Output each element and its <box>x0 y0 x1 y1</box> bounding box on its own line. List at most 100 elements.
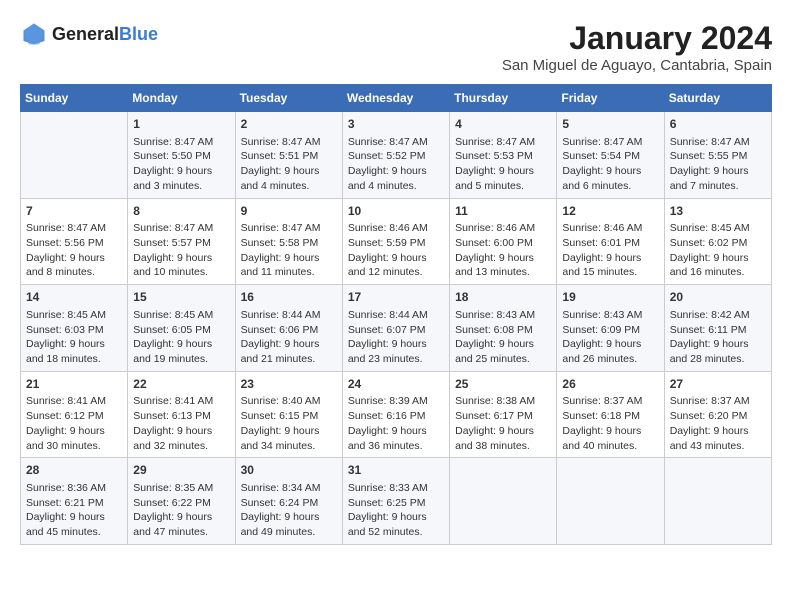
calendar-cell: 17Sunrise: 8:44 AMSunset: 6:07 PMDayligh… <box>342 285 449 372</box>
cell-content-line: and 52 minutes. <box>348 525 444 540</box>
calendar-cell: 1Sunrise: 8:47 AMSunset: 5:50 PMDaylight… <box>128 112 235 199</box>
day-number: 1 <box>133 116 229 133</box>
cell-content-line: Sunset: 6:20 PM <box>670 409 766 424</box>
calendar-cell: 10Sunrise: 8:46 AMSunset: 5:59 PMDayligh… <box>342 198 449 285</box>
cell-content-line: Sunset: 6:21 PM <box>26 496 122 511</box>
cell-content-line: Daylight: 9 hours <box>670 424 766 439</box>
cell-content-line: Sunrise: 8:44 AM <box>241 308 337 323</box>
cell-content-line: Daylight: 9 hours <box>348 251 444 266</box>
calendar-cell <box>450 458 557 545</box>
cell-content-line: Daylight: 9 hours <box>133 164 229 179</box>
cell-content-line: Sunset: 5:54 PM <box>562 149 658 164</box>
day-number: 11 <box>455 203 551 220</box>
day-number: 19 <box>562 289 658 306</box>
title-block: January 2024 San Miguel de Aguayo, Canta… <box>502 20 772 74</box>
day-number: 26 <box>562 376 658 393</box>
day-number: 5 <box>562 116 658 133</box>
cell-content-line: and 34 minutes. <box>241 439 337 454</box>
cell-content-line: and 7 minutes. <box>670 179 766 194</box>
calendar-week-5: 28Sunrise: 8:36 AMSunset: 6:21 PMDayligh… <box>21 458 772 545</box>
cell-content-line: and 16 minutes. <box>670 265 766 280</box>
calendar-cell: 21Sunrise: 8:41 AMSunset: 6:12 PMDayligh… <box>21 371 128 458</box>
calendar-cell: 20Sunrise: 8:42 AMSunset: 6:11 PMDayligh… <box>664 285 771 372</box>
cell-content-line: Sunset: 6:05 PM <box>133 323 229 338</box>
cell-content-line: Daylight: 9 hours <box>670 164 766 179</box>
day-number: 7 <box>26 203 122 220</box>
cell-content-line: Daylight: 9 hours <box>455 337 551 352</box>
page-header: GeneralBlue January 2024 San Miguel de A… <box>20 20 772 74</box>
day-number: 24 <box>348 376 444 393</box>
cell-content-line: and 49 minutes. <box>241 525 337 540</box>
cell-content-line: Daylight: 9 hours <box>670 337 766 352</box>
calendar-header-row: SundayMondayTuesdayWednesdayThursdayFrid… <box>21 85 772 112</box>
cell-content-line: and 18 minutes. <box>26 352 122 367</box>
day-number: 31 <box>348 462 444 479</box>
calendar-cell: 18Sunrise: 8:43 AMSunset: 6:08 PMDayligh… <box>450 285 557 372</box>
cell-content-line: Sunset: 6:15 PM <box>241 409 337 424</box>
cell-content-line: Daylight: 9 hours <box>26 337 122 352</box>
cell-content-line: Sunset: 6:09 PM <box>562 323 658 338</box>
cell-content-line: Daylight: 9 hours <box>348 424 444 439</box>
cell-content-line: Sunrise: 8:46 AM <box>562 221 658 236</box>
header-cell-sunday: Sunday <box>21 85 128 112</box>
cell-content-line: and 40 minutes. <box>562 439 658 454</box>
cell-content-line: Daylight: 9 hours <box>670 251 766 266</box>
cell-content-line: Daylight: 9 hours <box>348 164 444 179</box>
calendar-cell: 25Sunrise: 8:38 AMSunset: 6:17 PMDayligh… <box>450 371 557 458</box>
cell-content-line: Sunrise: 8:44 AM <box>348 308 444 323</box>
day-number: 23 <box>241 376 337 393</box>
day-number: 12 <box>562 203 658 220</box>
cell-content-line: and 23 minutes. <box>348 352 444 367</box>
calendar-cell: 13Sunrise: 8:45 AMSunset: 6:02 PMDayligh… <box>664 198 771 285</box>
cell-content-line: Sunrise: 8:43 AM <box>455 308 551 323</box>
cell-content-line: Sunset: 6:16 PM <box>348 409 444 424</box>
cell-content-line: and 38 minutes. <box>455 439 551 454</box>
cell-content-line: and 4 minutes. <box>241 179 337 194</box>
calendar-cell: 6Sunrise: 8:47 AMSunset: 5:55 PMDaylight… <box>664 112 771 199</box>
cell-content-line: Daylight: 9 hours <box>562 337 658 352</box>
cell-content-line: Sunset: 6:06 PM <box>241 323 337 338</box>
header-cell-monday: Monday <box>128 85 235 112</box>
cell-content-line: and 47 minutes. <box>133 525 229 540</box>
cell-content-line: Sunset: 5:51 PM <box>241 149 337 164</box>
cell-content-line: Sunset: 6:00 PM <box>455 236 551 251</box>
day-number: 25 <box>455 376 551 393</box>
calendar-cell: 30Sunrise: 8:34 AMSunset: 6:24 PMDayligh… <box>235 458 342 545</box>
location-title: San Miguel de Aguayo, Cantabria, Spain <box>502 57 772 74</box>
day-number: 27 <box>670 376 766 393</box>
day-number: 30 <box>241 462 337 479</box>
day-number: 9 <box>241 203 337 220</box>
cell-content-line: and 28 minutes. <box>670 352 766 367</box>
calendar-week-2: 7Sunrise: 8:47 AMSunset: 5:56 PMDaylight… <box>21 198 772 285</box>
cell-content-line: Sunrise: 8:47 AM <box>241 221 337 236</box>
cell-content-line: Sunrise: 8:47 AM <box>455 135 551 150</box>
calendar-cell <box>21 112 128 199</box>
calendar-cell: 27Sunrise: 8:37 AMSunset: 6:20 PMDayligh… <box>664 371 771 458</box>
day-number: 4 <box>455 116 551 133</box>
cell-content-line: Sunrise: 8:47 AM <box>670 135 766 150</box>
cell-content-line: Daylight: 9 hours <box>133 251 229 266</box>
calendar-cell: 24Sunrise: 8:39 AMSunset: 6:16 PMDayligh… <box>342 371 449 458</box>
cell-content-line: Sunrise: 8:39 AM <box>348 394 444 409</box>
cell-content-line: Daylight: 9 hours <box>241 337 337 352</box>
day-number: 16 <box>241 289 337 306</box>
cell-content-line: Sunset: 5:58 PM <box>241 236 337 251</box>
cell-content-line: Sunrise: 8:33 AM <box>348 481 444 496</box>
cell-content-line: Sunset: 6:07 PM <box>348 323 444 338</box>
calendar-cell: 2Sunrise: 8:47 AMSunset: 5:51 PMDaylight… <box>235 112 342 199</box>
header-cell-thursday: Thursday <box>450 85 557 112</box>
cell-content-line: Sunset: 6:01 PM <box>562 236 658 251</box>
day-number: 28 <box>26 462 122 479</box>
cell-content-line: Daylight: 9 hours <box>455 164 551 179</box>
calendar-cell: 31Sunrise: 8:33 AMSunset: 6:25 PMDayligh… <box>342 458 449 545</box>
day-number: 3 <box>348 116 444 133</box>
cell-content-line: and 12 minutes. <box>348 265 444 280</box>
header-cell-wednesday: Wednesday <box>342 85 449 112</box>
cell-content-line: Daylight: 9 hours <box>562 251 658 266</box>
calendar-cell: 8Sunrise: 8:47 AMSunset: 5:57 PMDaylight… <box>128 198 235 285</box>
cell-content-line: Sunrise: 8:46 AM <box>348 221 444 236</box>
day-number: 17 <box>348 289 444 306</box>
cell-content-line: Sunset: 6:25 PM <box>348 496 444 511</box>
logo-text: GeneralBlue <box>52 24 158 45</box>
day-number: 29 <box>133 462 229 479</box>
